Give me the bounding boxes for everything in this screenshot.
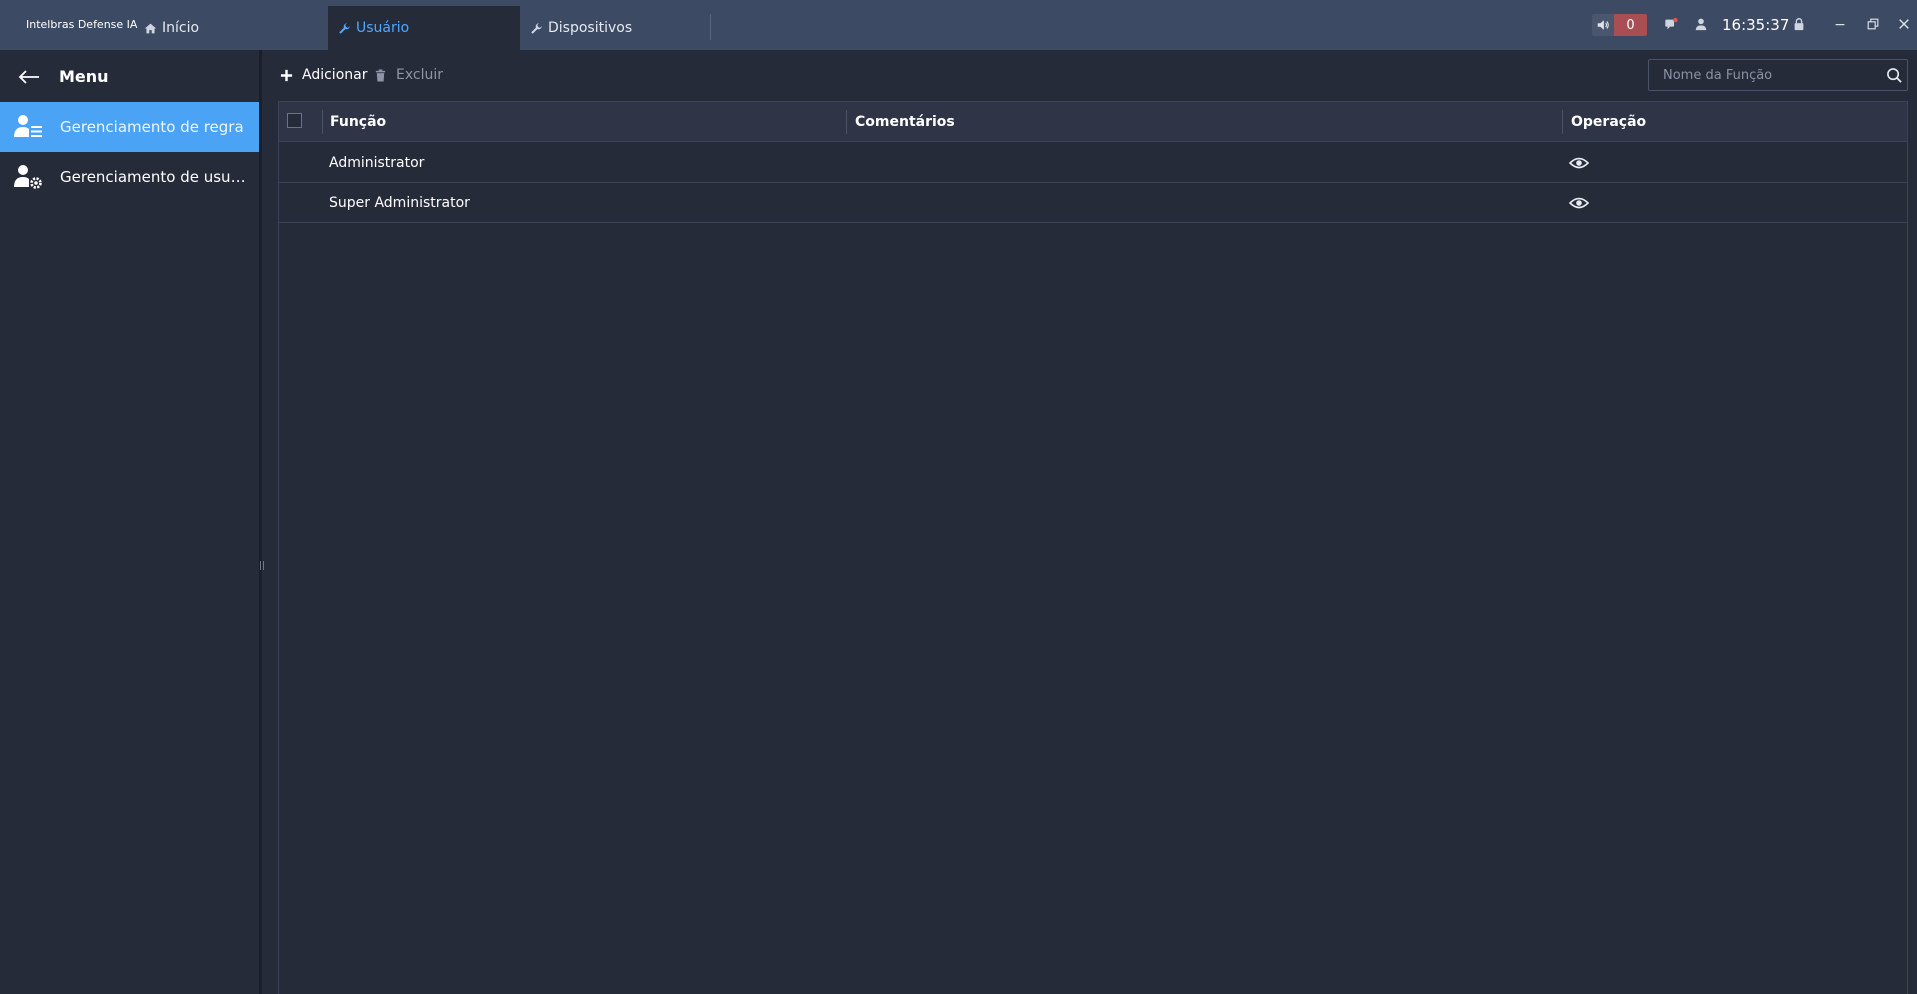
lock-icon[interactable]	[1790, 15, 1808, 33]
clock: 16:35:37	[1722, 16, 1790, 34]
sidebar: Menu Gerenciamento de regra Gerenciament…	[0, 50, 259, 994]
delete-button-label: Excluir	[396, 67, 443, 83]
tab-label: Início	[162, 20, 200, 36]
add-button-label: Adicionar	[302, 67, 368, 83]
table-row[interactable]: Super Administrator	[279, 183, 1907, 223]
speaker-icon	[1592, 14, 1614, 36]
sidebar-item-role-management[interactable]: Gerenciamento de regra	[0, 102, 259, 152]
user-icon[interactable]	[1692, 15, 1710, 33]
table-row[interactable]: Administrator	[279, 143, 1907, 183]
menu-header: Menu	[0, 62, 259, 92]
role-search-box	[1648, 59, 1908, 91]
home-icon	[144, 23, 157, 33]
user-settings-icon	[14, 165, 42, 189]
event-message-icon[interactable]	[1662, 15, 1680, 33]
add-button[interactable]: Adicionar	[280, 65, 367, 85]
table-header: Função Comentários Operação	[279, 102, 1907, 142]
resize-handle-icon[interactable]: ||	[259, 560, 265, 572]
column-header-operacao: Operação	[1571, 114, 1647, 130]
tab-separator	[710, 14, 711, 40]
alarm-sound-toggle[interactable]: 0	[1592, 14, 1647, 36]
alarm-count-badge: 0	[1614, 14, 1647, 36]
tab-usuario[interactable]: Usuário	[328, 6, 520, 50]
cell-funcao: Administrator	[329, 155, 425, 171]
roles-table: Função Comentários Operação Administrato…	[278, 101, 1908, 994]
role-search-input[interactable]	[1649, 60, 1877, 90]
column-header-funcao[interactable]: Função	[330, 102, 386, 142]
sidebar-divider[interactable]	[259, 50, 262, 994]
column-separator	[846, 110, 847, 134]
sidebar-item-label: Gerenciamento de regra	[60, 118, 244, 136]
wrench-icon	[531, 22, 542, 34]
sidebar-item-label: Gerenciamento de usuários	[60, 168, 250, 186]
plus-icon	[280, 69, 293, 81]
menu-title: Menu	[59, 67, 109, 86]
column-header-comentarios[interactable]: Comentários	[855, 102, 955, 142]
user-list-icon	[14, 115, 42, 137]
view-icon[interactable]	[1569, 195, 1589, 211]
title-bar: Intelbras Defense IA Início Usuário Disp…	[0, 0, 1917, 50]
select-all-checkbox[interactable]	[287, 113, 302, 128]
view-icon[interactable]	[1569, 155, 1589, 171]
tab-dispositivos[interactable]: Dispositivos	[528, 6, 708, 50]
trash-icon	[375, 68, 386, 82]
sidebar-item-user-management[interactable]: Gerenciamento de usuários	[0, 152, 259, 202]
minimize-icon[interactable]	[1831, 15, 1849, 33]
arrow-left-icon[interactable]	[18, 69, 40, 85]
tab-inicio[interactable]: Início	[144, 6, 324, 50]
restore-icon[interactable]	[1864, 15, 1882, 33]
app-title: Intelbras Defense IA	[26, 18, 138, 31]
column-separator	[1562, 110, 1563, 134]
search-icon[interactable]	[1886, 67, 1903, 84]
close-icon[interactable]	[1895, 15, 1913, 33]
wrench-icon	[339, 22, 350, 34]
cell-funcao: Super Administrator	[329, 195, 470, 211]
tab-label: Usuário	[356, 20, 410, 36]
column-separator	[322, 110, 323, 134]
tab-label: Dispositivos	[548, 20, 633, 36]
delete-button[interactable]: Excluir	[374, 65, 443, 85]
